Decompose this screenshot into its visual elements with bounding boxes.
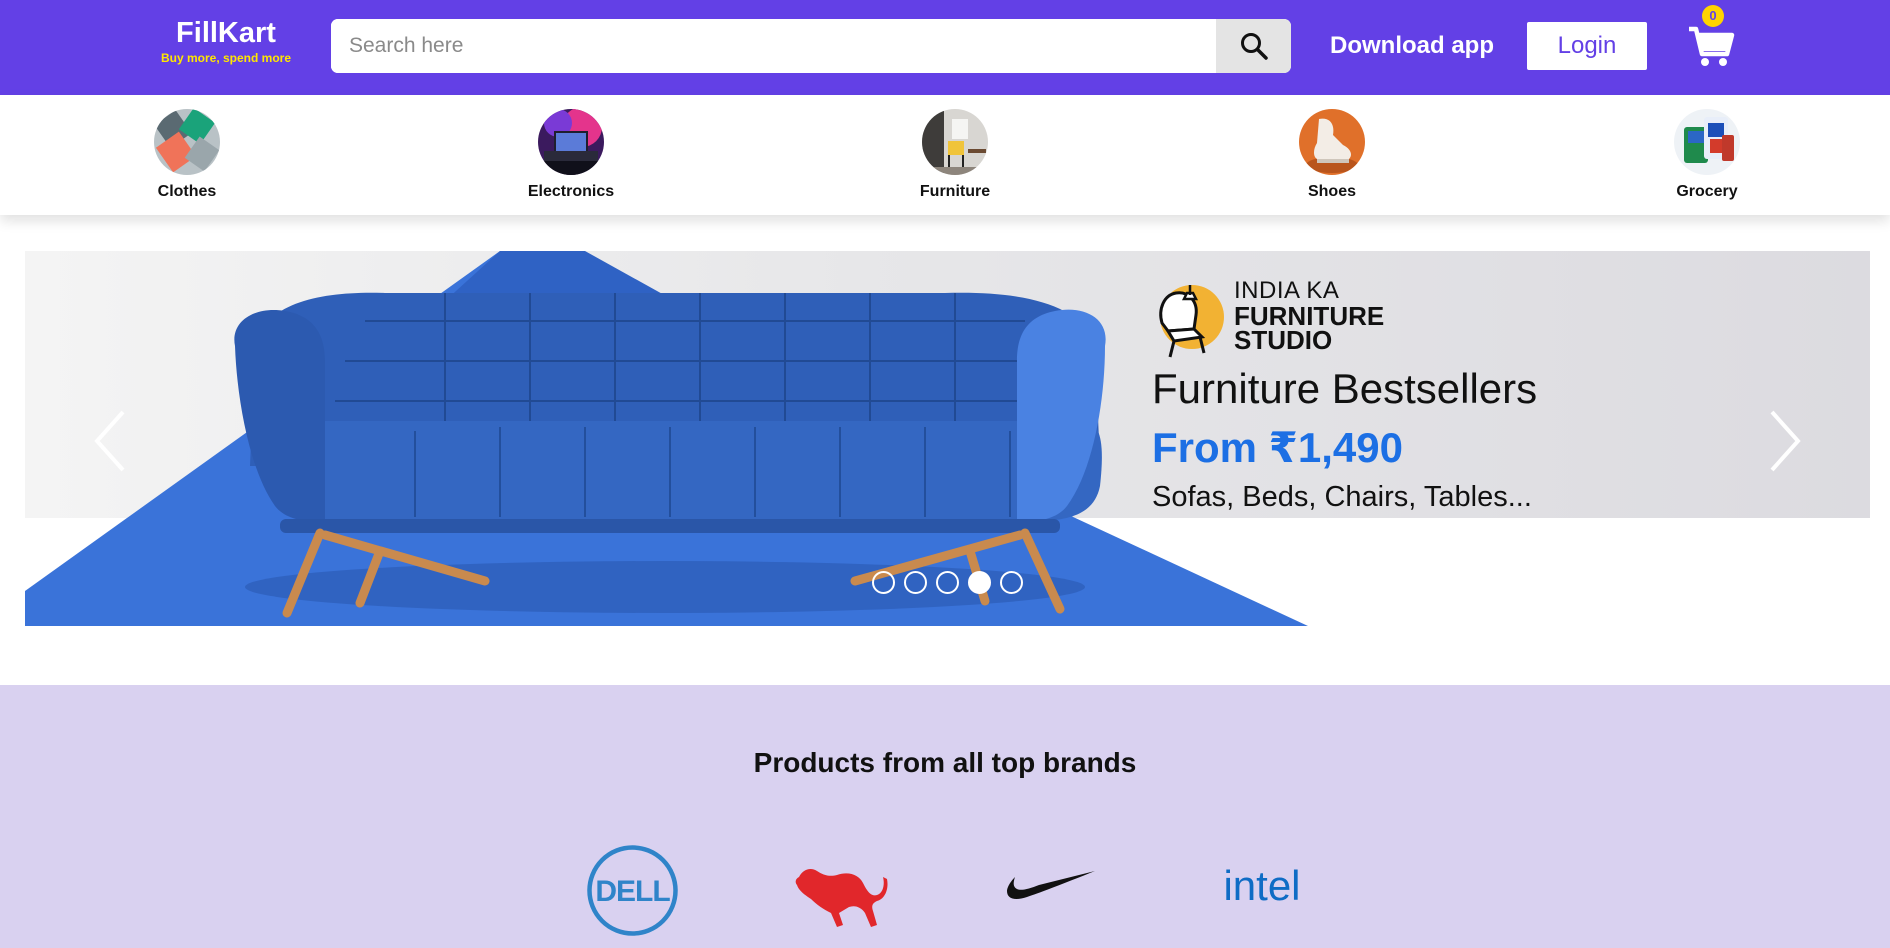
category-label: Electronics <box>527 183 615 200</box>
carousel-dot[interactable] <box>904 571 927 594</box>
banner-headline: Furniture Bestsellers <box>1152 365 1538 412</box>
nike-logo[interactable] <box>1005 865 1097 905</box>
category-label: Shoes <box>1307 183 1356 200</box>
login-button[interactable]: Login <box>1527 22 1647 70</box>
search-input[interactable] <box>331 19 1216 73</box>
clothes-thumbnail <box>154 109 220 175</box>
carousel-dot[interactable] <box>936 571 959 594</box>
banner-subtitle: Sofas, Beds, Chairs, Tables... <box>1152 481 1532 513</box>
category-label: Furniture <box>919 183 991 200</box>
download-app-link[interactable]: Download app <box>1330 28 1494 64</box>
intel-logo-text: intel <box>1223 862 1300 909</box>
logo-title: FillKart <box>176 17 276 49</box>
carousel-next-arrow-icon[interactable] <box>1760 406 1810 476</box>
category-label: Clothes <box>157 183 217 200</box>
category-grocery[interactable]: Grocery <box>1642 109 1772 201</box>
puma-logo[interactable] <box>793 855 891 933</box>
site-logo[interactable]: FillKart Buy more, spend more <box>150 16 302 66</box>
dell-logo[interactable]: DELL <box>585 843 680 938</box>
search-bar <box>331 19 1291 73</box>
category-clothes[interactable]: Clothes <box>122 109 252 201</box>
dell-logo-text: DELL <box>595 875 670 908</box>
grocery-thumbnail <box>1674 109 1740 175</box>
carousel-dot[interactable] <box>872 571 895 594</box>
sofa-banner-image <box>25 251 1308 626</box>
banner-price: From ₹1,490 <box>1152 424 1403 471</box>
hero-carousel: INDIA KA FURNITURE STUDIO Furniture Best… <box>25 251 1870 626</box>
category-strip: Clothes Electronics Furniture Shoes Groc… <box>0 95 1890 215</box>
furniture-thumbnail <box>922 109 988 175</box>
category-shoes[interactable]: Shoes <box>1267 109 1397 201</box>
studio-line3: STUDIO <box>1234 325 1333 355</box>
cart-icon[interactable] <box>1686 20 1736 70</box>
brands-title: Products from all top brands <box>753 747 1137 778</box>
top-brands-section: Products from all top brands DELL intel <box>0 685 1890 948</box>
carousel-dot-active[interactable] <box>968 571 991 594</box>
category-electronics[interactable]: Electronics <box>506 109 636 201</box>
logo-tagline: Buy more, spend more <box>160 51 292 65</box>
carousel-dot[interactable] <box>1000 571 1023 594</box>
electronics-thumbnail <box>538 109 604 175</box>
cart-count-badge: 0 <box>1702 5 1724 27</box>
intel-logo[interactable]: intel <box>1212 857 1312 917</box>
search-icon <box>1240 33 1268 60</box>
top-navbar: FillKart Buy more, spend more Download a… <box>0 0 1890 95</box>
category-label: Grocery <box>1676 183 1738 200</box>
carousel-dots <box>872 571 1023 594</box>
search-button[interactable] <box>1216 19 1291 73</box>
shoes-thumbnail <box>1299 109 1365 175</box>
category-furniture[interactable]: Furniture <box>890 109 1020 201</box>
carousel-prev-arrow-icon[interactable] <box>85 406 135 476</box>
furniture-studio-logo <box>1159 285 1224 358</box>
